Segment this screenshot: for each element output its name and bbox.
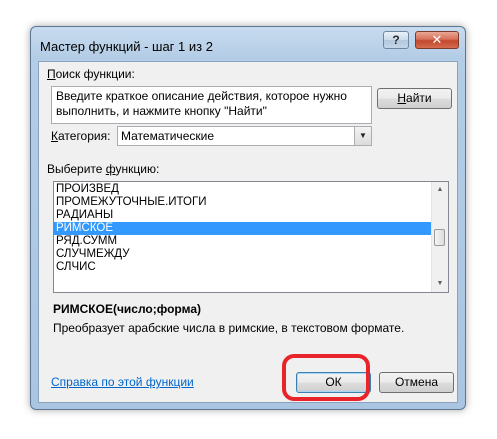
find-button[interactable]: Найти: [377, 88, 452, 109]
function-list-item[interactable]: РИМСКОЕ: [54, 222, 431, 235]
function-list-item[interactable]: СЛЧИС: [54, 261, 431, 270]
chevron-down-icon[interactable]: ▼: [354, 127, 371, 145]
function-list-label: Выберите функцию:: [47, 162, 160, 176]
function-listbox[interactable]: ПРОИЗВЕД ПРОМЕЖУТОЧНЫЕ.ИТОГИ РАДИАНЫ РИМСКО…: [53, 181, 449, 293]
search-label: Поиск функции:: [47, 67, 135, 81]
function-list-item[interactable]: СЛУЧМЕЖДУ: [54, 248, 431, 261]
title-bar[interactable]: Мастер функций - шаг 1 из 2 ? ✕: [31, 27, 465, 63]
close-icon: ✕: [431, 32, 443, 47]
ok-button[interactable]: ОК: [296, 372, 371, 393]
question-mark-icon: ?: [392, 33, 400, 47]
category-label: Категория:: [51, 129, 111, 143]
dialog-body: Поиск функции: Введите краткое описание …: [38, 61, 458, 403]
search-input[interactable]: Введите краткое описание действия, котор…: [51, 86, 372, 124]
function-signature: РИМСКОЕ(число;форма): [53, 302, 201, 316]
category-value: Математические: [121, 129, 214, 143]
category-select[interactable]: Математические ▼: [117, 126, 372, 146]
scroll-down-icon[interactable]: ▼: [432, 276, 448, 292]
function-help-link[interactable]: Справка по этой функции: [51, 375, 194, 389]
scroll-up-icon[interactable]: ▲: [432, 182, 448, 198]
function-list-items: ПРОИЗВЕД ПРОМЕЖУТОЧНЫЕ.ИТОГИ РАДИАНЫ РИМСКО…: [54, 183, 431, 270]
function-wizard-dialog: Мастер функций - шаг 1 из 2 ? ✕ Поиск фу…: [30, 26, 466, 410]
scroll-thumb[interactable]: [434, 229, 445, 246]
vertical-scrollbar[interactable]: ▲ ▼: [431, 182, 448, 292]
close-button[interactable]: ✕: [415, 31, 459, 49]
dialog-title: Мастер функций - шаг 1 из 2: [40, 39, 213, 54]
function-description: Преобразует арабские числа в римские, в …: [53, 321, 405, 335]
function-list-item[interactable]: РЯД.СУММ: [54, 235, 431, 248]
help-button[interactable]: ?: [383, 31, 409, 49]
function-list-item[interactable]: ПРОИЗВЕД: [54, 183, 431, 196]
function-list-item[interactable]: ПРОМЕЖУТОЧНЫЕ.ИТОГИ: [54, 196, 431, 209]
function-list-item[interactable]: РАДИАНЫ: [54, 209, 431, 222]
cancel-button[interactable]: Отмена: [379, 372, 454, 393]
